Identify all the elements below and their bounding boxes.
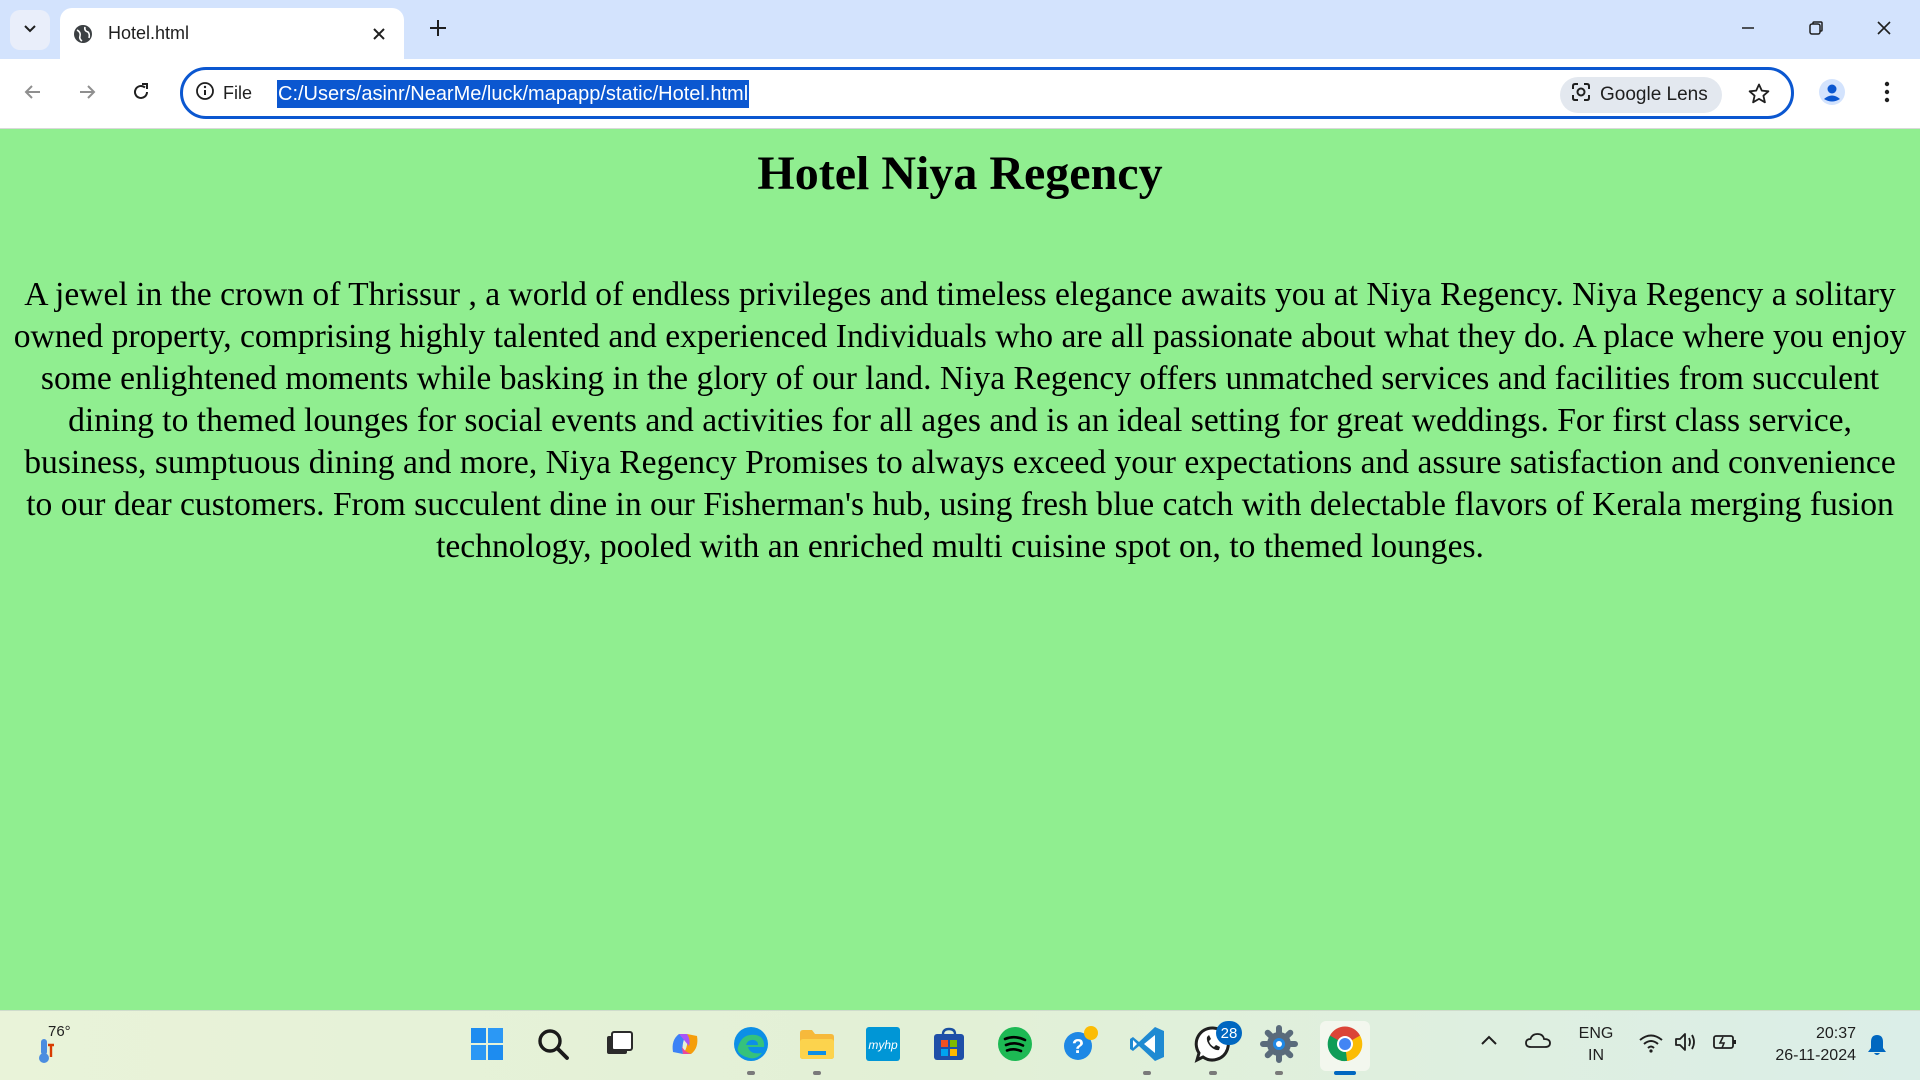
myhp-button[interactable]: myhp [858,1021,908,1071]
vscode-button[interactable] [1122,1021,1172,1075]
search-icon [536,1027,570,1066]
start-button[interactable] [462,1021,512,1071]
cloud-icon [1524,1031,1552,1054]
browser-toolbar: File C:/Users/asinr/NearMe/luck/mapapp/s… [0,59,1920,129]
back-button[interactable] [14,75,52,113]
volume-button[interactable] [1674,1031,1700,1058]
whatsapp-unread-badge: 28 [1216,1021,1242,1045]
whatsapp-button[interactable]: 28 [1188,1021,1242,1075]
star-icon [1747,82,1771,111]
file-explorer-button[interactable] [792,1021,842,1075]
arrow-right-icon [77,82,97,107]
running-indicator [747,1071,755,1075]
more-vertical-icon [1884,81,1890,108]
edge-icon [732,1025,770,1068]
running-indicator [1275,1071,1283,1075]
url-text[interactable]: C:/Users/asinr/NearMe/luck/mapapp/static… [277,80,750,108]
info-icon [195,81,215,106]
clock-button[interactable]: 20:37 26-11-2024 [1752,1023,1856,1067]
chrome-button[interactable] [1320,1021,1370,1075]
network-button[interactable] [1638,1033,1664,1058]
battery-charging-icon [1712,1033,1738,1056]
running-indicator [1143,1071,1151,1075]
lens-icon [1570,81,1592,109]
close-window-button[interactable] [1864,10,1904,50]
copilot-icon [667,1026,703,1067]
bookmark-button[interactable] [1741,78,1777,114]
spotify-button[interactable] [990,1021,1040,1071]
chrome-icon [1326,1025,1364,1068]
running-indicator [813,1071,821,1075]
chevron-down-icon [22,20,38,41]
minimize-icon [1740,20,1756,41]
chrome-menu-button[interactable] [1868,75,1906,113]
forward-button[interactable] [68,75,106,113]
running-indicator [1209,1071,1217,1075]
reload-button[interactable] [122,75,160,113]
google-lens-button[interactable]: Google Lens [1560,77,1722,113]
help-icon: ? [1061,1024,1101,1069]
clock-time: 20:37 [1815,1025,1856,1042]
weather-widget[interactable]: 76° [30,1023,86,1069]
tab-search-button[interactable] [10,10,50,50]
address-bar[interactable]: File C:/Users/asinr/NearMe/luck/mapapp/s… [180,67,1794,119]
wifi-icon [1638,1033,1664,1058]
microsoft-store-button[interactable] [924,1021,974,1071]
tab-strip: Hotel.html [0,0,1920,59]
language-code: ENG [1578,1025,1614,1042]
notifications-button[interactable] [1866,1033,1888,1062]
microsoft-store-icon [931,1026,967,1067]
spotify-icon [997,1026,1033,1067]
google-lens-label: Google Lens [1600,84,1708,105]
copilot-button[interactable] [660,1021,710,1071]
active-indicator [1334,1071,1356,1075]
folder-icon [798,1027,836,1066]
tab-hotel[interactable]: Hotel.html [60,8,404,59]
weather-temperature: 76° [48,1023,71,1040]
tab-title: Hotel.html [108,23,190,43]
edge-button[interactable] [726,1021,776,1075]
hotel-description: A jewel in the crown of Thrissur , a wor… [13,276,1907,565]
clock-date: 26-11-2024 [1775,1047,1856,1064]
windows-start-icon [470,1027,504,1066]
arrow-left-icon [23,82,43,107]
restore-button[interactable] [1796,10,1836,50]
task-view-icon [603,1028,635,1065]
profile-button[interactable] [1813,75,1851,113]
onedrive-button[interactable] [1524,1031,1552,1054]
minimize-button[interactable] [1728,10,1768,50]
reload-icon [131,82,151,107]
restore-icon [1808,20,1824,41]
input-language-button[interactable]: ENG IN [1575,1023,1617,1067]
close-icon [1876,20,1892,41]
get-help-button[interactable]: ? [1056,1021,1106,1071]
battery-button[interactable] [1712,1033,1738,1056]
taskbar-search-button[interactable] [528,1021,578,1071]
close-tab-icon[interactable] [366,21,392,47]
task-view-button[interactable] [594,1021,644,1071]
site-info-label: File [223,82,253,103]
new-tab-button[interactable] [422,14,454,46]
thermometer-icon [34,1037,56,1070]
page-title: Hotel Niya Regency [757,147,1163,200]
site-info-button[interactable]: File [195,80,252,106]
avatar-icon [1818,78,1846,111]
plus-icon [428,18,448,43]
show-hidden-icons-button[interactable] [1480,1033,1498,1051]
taskbar: 76° myhp ? 28 ENG IN 20:37 26-11-2024 [0,1010,1920,1080]
svg-text:myhp: myhp [868,1038,898,1052]
myhp-icon: myhp [865,1026,901,1067]
speaker-icon [1674,1031,1700,1058]
settings-button[interactable] [1254,1021,1304,1075]
chevron-up-icon [1480,1033,1498,1051]
svg-text:?: ? [1072,1036,1084,1058]
bell-icon [1866,1033,1888,1062]
page-content: Hotel Niya Regency A jewel in the crown … [0,130,1920,1010]
gear-icon [1260,1024,1298,1068]
language-region: IN [1588,1047,1604,1064]
vscode-icon [1128,1025,1166,1068]
globe-icon [72,23,94,45]
